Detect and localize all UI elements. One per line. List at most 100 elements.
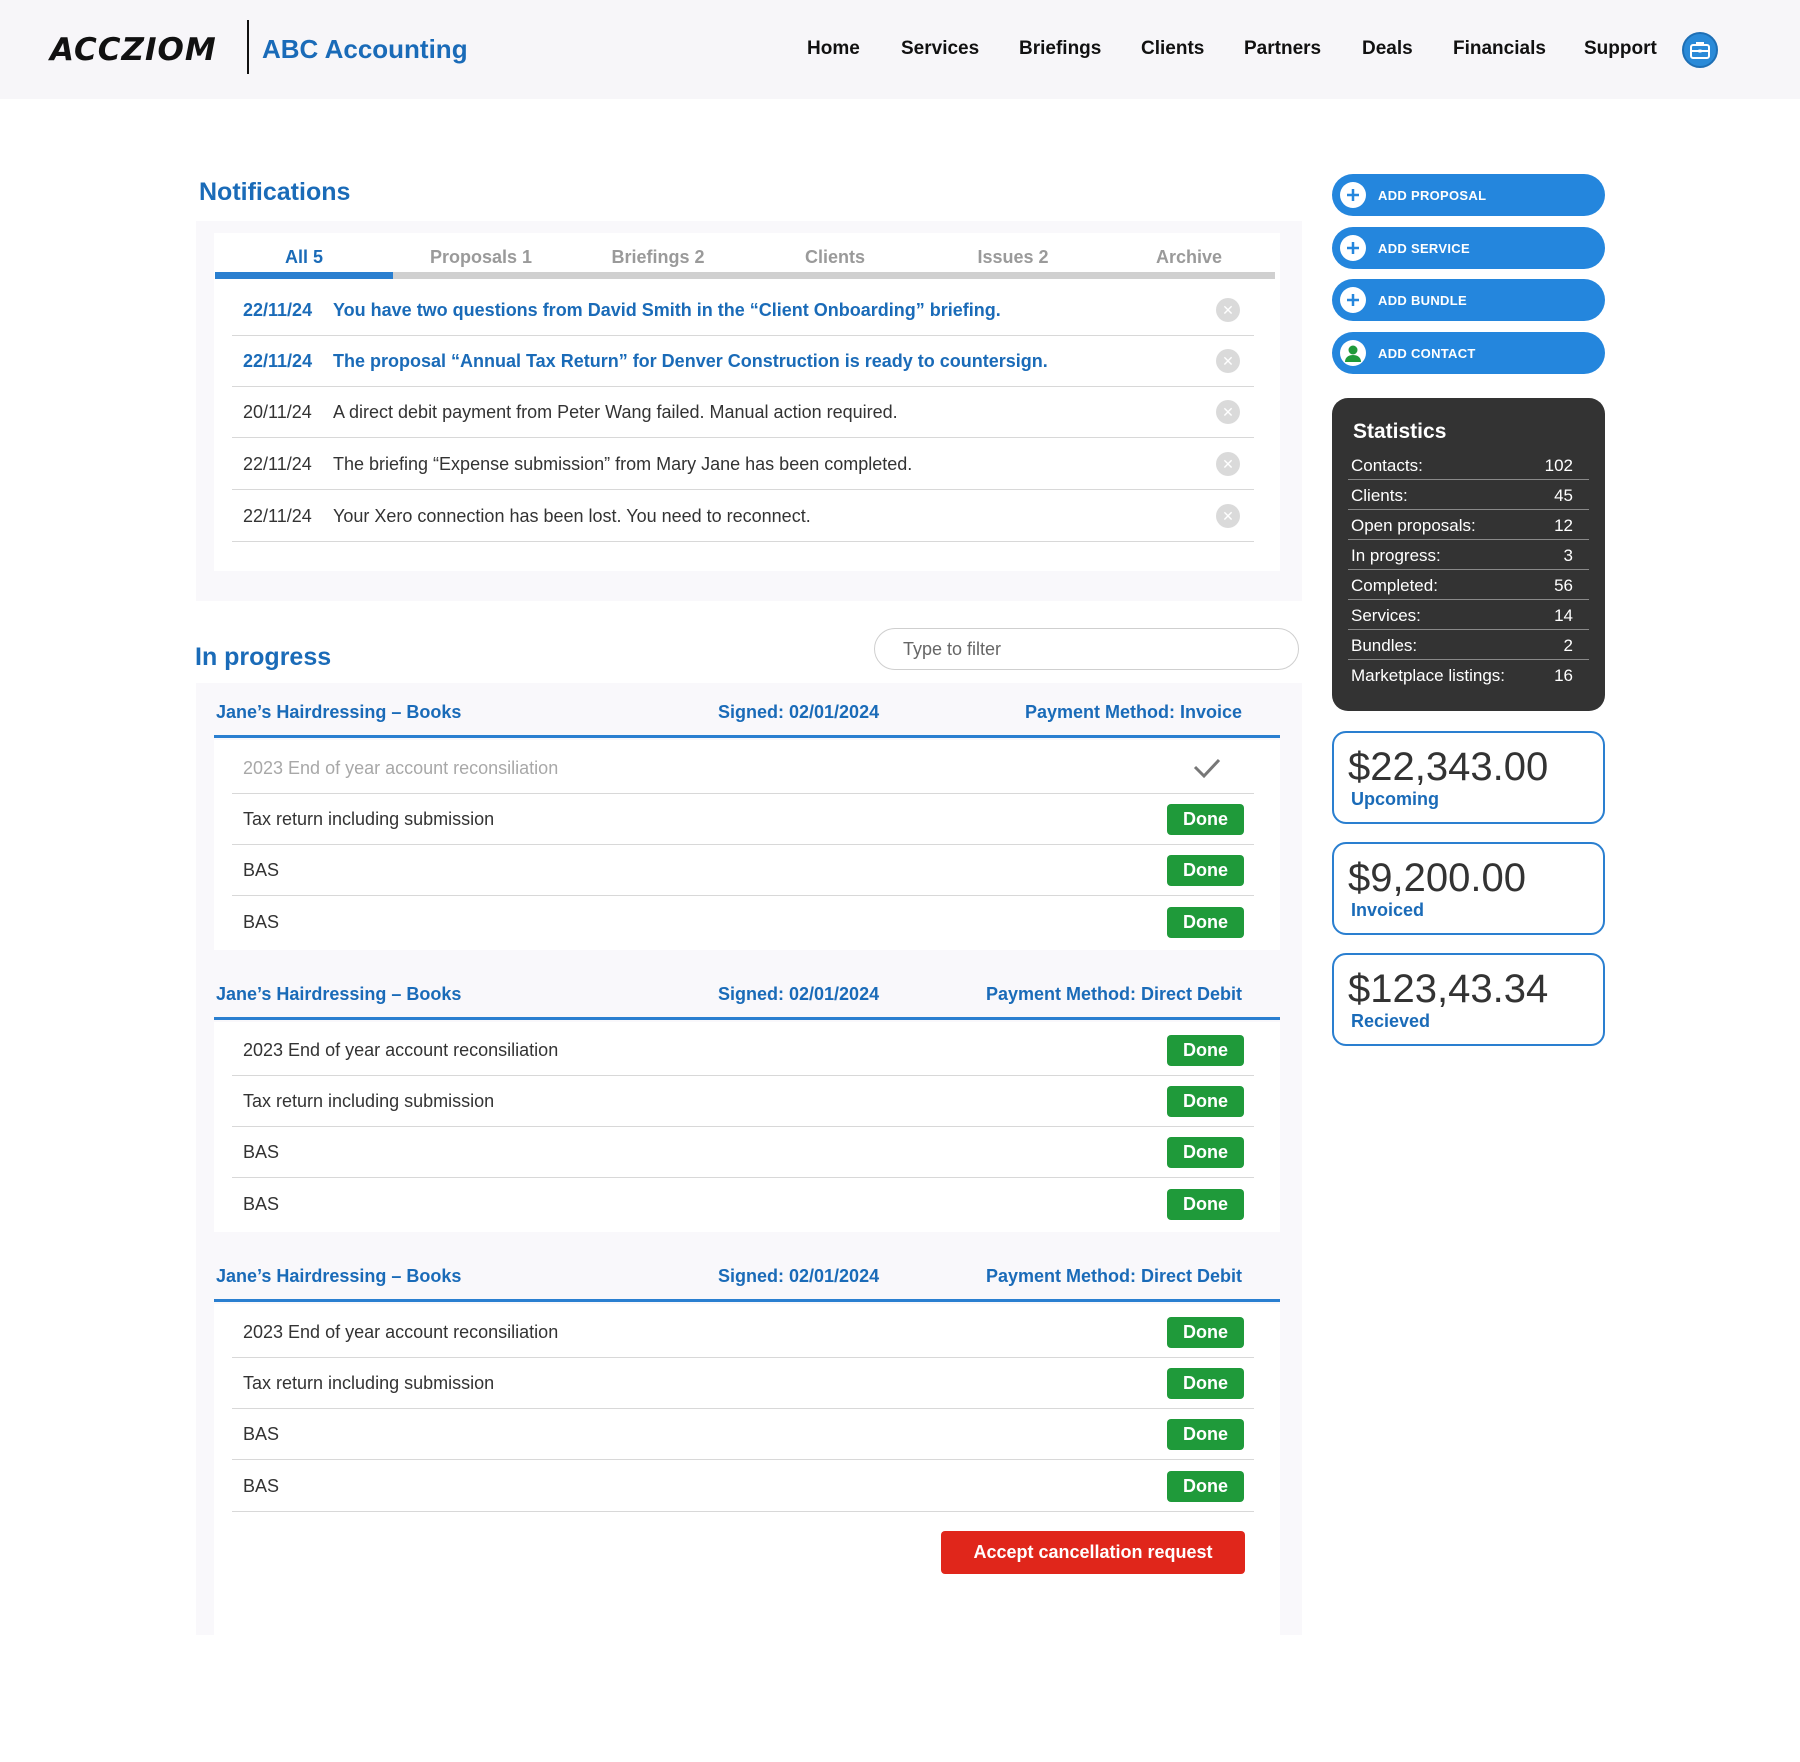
done-button[interactable]: Done bbox=[1167, 1189, 1244, 1220]
notifications-title: Notifications bbox=[199, 178, 351, 206]
nav-briefings[interactable]: Briefings bbox=[1019, 38, 1101, 60]
invoiced-amount: $9,200.00 bbox=[1348, 856, 1526, 900]
upcoming-label: Upcoming bbox=[1351, 789, 1439, 809]
check-icon bbox=[1193, 758, 1221, 779]
notification-item[interactable]: 20/11/24 A direct debit payment from Pet… bbox=[232, 386, 1254, 438]
notification-item[interactable]: 22/11/24 Your Xero connection has been l… bbox=[232, 490, 1254, 542]
task-row: BAS Done bbox=[232, 1408, 1254, 1460]
task-row: BAS Done bbox=[232, 896, 1254, 948]
top-header: ACCZIOM ABC Accounting Home Services Bri… bbox=[0, 0, 1800, 99]
dismiss-icon[interactable]: ✕ bbox=[1216, 452, 1240, 476]
task-name: BAS bbox=[243, 912, 280, 932]
notification-item[interactable]: 22/11/24 You have two questions from Dav… bbox=[232, 284, 1254, 336]
task-name: Tax return including submission bbox=[243, 1091, 495, 1111]
task-row: BAS Done bbox=[232, 1460, 1254, 1512]
done-button[interactable]: Done bbox=[1167, 855, 1244, 886]
engagement-name[interactable]: Jane’s Hairdressing – Books bbox=[216, 984, 461, 1005]
stat-row: In progress: 3 bbox=[1348, 540, 1589, 570]
task-row: 2023 End of year account reconsiliation bbox=[232, 742, 1254, 794]
engagement-signed: Signed: 02/01/2024 bbox=[718, 702, 880, 722]
done-button[interactable]: Done bbox=[1167, 907, 1244, 938]
nav-home[interactable]: Home bbox=[807, 38, 860, 60]
task-list: 2023 End of year account reconsiliation … bbox=[214, 1022, 1280, 1232]
add-service-button[interactable]: ADD SERVICE bbox=[1332, 227, 1605, 269]
briefcase-button[interactable] bbox=[1682, 32, 1718, 68]
stat-value: 56 bbox=[1554, 576, 1573, 595]
in-progress-title: In progress bbox=[195, 643, 332, 671]
engagement-name[interactable]: Jane’s Hairdressing – Books bbox=[216, 1266, 461, 1287]
engagement-signed: Signed: 02/01/2024 bbox=[718, 1266, 880, 1286]
stat-row: Services: 14 bbox=[1348, 600, 1589, 630]
stat-row: Marketplace listings: 16 bbox=[1348, 660, 1589, 690]
task-row: BAS Done bbox=[232, 1126, 1254, 1178]
stat-value: 16 bbox=[1554, 666, 1573, 685]
task-list: 2023 End of year account reconsiliation … bbox=[214, 1304, 1280, 1654]
dismiss-icon[interactable]: ✕ bbox=[1216, 504, 1240, 528]
done-button[interactable]: Done bbox=[1167, 1317, 1244, 1348]
engagement-name[interactable]: Jane’s Hairdressing – Books bbox=[216, 702, 461, 723]
engagement-payment: Payment Method: Invoice bbox=[1024, 702, 1242, 722]
add-proposal-button[interactable]: ADD PROPOSAL bbox=[1332, 174, 1605, 216]
notification-text: Your Xero connection has been lost. You … bbox=[333, 506, 811, 526]
task-row: Tax return including submission Done bbox=[232, 1357, 1254, 1409]
task-list: 2023 End of year account reconsiliation … bbox=[214, 740, 1280, 950]
notification-item[interactable]: 22/11/24 The proposal “Annual Tax Return… bbox=[232, 335, 1254, 387]
notification-date: 22/11/24 bbox=[243, 506, 312, 526]
add-bundle-label: ADD BUNDLE bbox=[1378, 293, 1467, 308]
stat-label: Completed: bbox=[1351, 576, 1438, 595]
engagement-payment: Payment Method: Direct Debit bbox=[985, 984, 1242, 1004]
filter-input[interactable] bbox=[874, 628, 1299, 670]
add-service-label: ADD SERVICE bbox=[1378, 241, 1470, 256]
add-proposal-label: ADD PROPOSAL bbox=[1378, 188, 1487, 203]
stat-value: 45 bbox=[1554, 486, 1573, 505]
task-name: BAS bbox=[243, 860, 280, 880]
done-button[interactable]: Done bbox=[1167, 1419, 1244, 1450]
notification-text: The briefing “Expense submission” from M… bbox=[333, 454, 913, 474]
dismiss-icon[interactable]: ✕ bbox=[1216, 400, 1240, 424]
notification-text: The proposal “Annual Tax Return” for Den… bbox=[333, 351, 1048, 371]
main-nav: Home Services Briefings Clients Partners… bbox=[0, 38, 1800, 64]
dismiss-icon[interactable]: ✕ bbox=[1216, 298, 1240, 322]
done-button[interactable]: Done bbox=[1167, 1368, 1244, 1399]
invoiced-label: Invoiced bbox=[1351, 900, 1425, 920]
dismiss-icon[interactable]: ✕ bbox=[1216, 349, 1240, 373]
stat-value: 12 bbox=[1554, 516, 1573, 535]
briefcase-icon bbox=[1690, 42, 1710, 59]
accept-cancellation-button[interactable]: Accept cancellation request bbox=[941, 1531, 1245, 1574]
done-button[interactable]: Done bbox=[1167, 804, 1244, 835]
notification-text: You have two questions from David Smith … bbox=[333, 300, 1001, 320]
stat-row: Clients: 45 bbox=[1348, 480, 1589, 510]
nav-partners[interactable]: Partners bbox=[1244, 38, 1321, 60]
plus-icon bbox=[1340, 182, 1366, 208]
invoiced-card[interactable]: $9,200.00 Invoiced bbox=[1332, 842, 1605, 935]
done-button[interactable]: Done bbox=[1167, 1137, 1244, 1168]
add-contact-button[interactable]: ADD CONTACT bbox=[1332, 332, 1605, 374]
stat-row: Contacts: 102 bbox=[1348, 450, 1589, 480]
done-button[interactable]: Done bbox=[1167, 1471, 1244, 1502]
nav-clients[interactable]: Clients bbox=[1141, 38, 1204, 60]
stat-label: Contacts: bbox=[1351, 456, 1423, 475]
received-amount: $123,43.34 bbox=[1348, 967, 1549, 1011]
add-bundle-button[interactable]: ADD BUNDLE bbox=[1332, 279, 1605, 321]
engagement-signed: Signed: 02/01/2024 bbox=[718, 984, 880, 1004]
stat-label: Marketplace listings: bbox=[1351, 666, 1506, 685]
person-icon bbox=[1340, 340, 1366, 366]
stat-label: Clients: bbox=[1351, 486, 1408, 505]
stat-value: 2 bbox=[1563, 636, 1573, 655]
done-button[interactable]: Done bbox=[1167, 1035, 1244, 1066]
nav-services[interactable]: Services bbox=[901, 38, 979, 60]
upcoming-card[interactable]: $22,343.00 Upcoming bbox=[1332, 731, 1605, 824]
nav-support[interactable]: Support bbox=[1584, 38, 1657, 60]
task-name: BAS bbox=[243, 1424, 280, 1444]
received-card[interactable]: $123,43.34 Recieved bbox=[1332, 953, 1605, 1046]
stat-row: Completed: 56 bbox=[1348, 570, 1589, 600]
nav-financials[interactable]: Financials bbox=[1453, 38, 1546, 60]
notification-item[interactable]: 22/11/24 The briefing “Expense submissio… bbox=[232, 438, 1254, 490]
nav-deals[interactable]: Deals bbox=[1362, 38, 1413, 60]
task-row: Tax return including submission Done bbox=[232, 793, 1254, 845]
stat-label: In progress: bbox=[1351, 546, 1441, 565]
stat-label: Bundles: bbox=[1351, 636, 1418, 655]
task-row: 2023 End of year account reconsiliation … bbox=[232, 1306, 1254, 1358]
notification-date: 22/11/24 bbox=[243, 351, 313, 371]
done-button[interactable]: Done bbox=[1167, 1086, 1244, 1117]
